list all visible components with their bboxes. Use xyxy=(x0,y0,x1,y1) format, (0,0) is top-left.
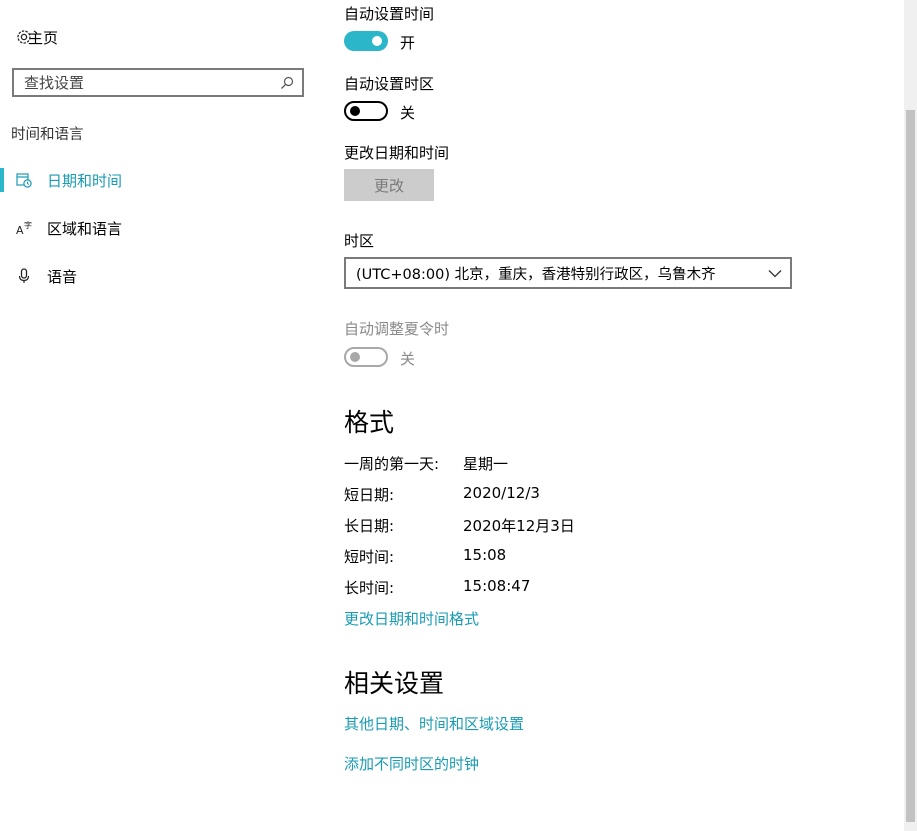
sidebar-item-region-language[interactable]: A 字 区域和语言 xyxy=(0,208,300,248)
sidebar-item-date-time[interactable]: 日期和时间 xyxy=(0,160,300,200)
dst-state: 关 xyxy=(400,350,416,368)
format-heading: 格式 xyxy=(344,408,395,437)
scrollbar-thumb[interactable] xyxy=(906,110,915,822)
dst-toggle[interactable] xyxy=(344,347,388,367)
format-key: 短日期: xyxy=(344,486,395,504)
auto-time-state: 开 xyxy=(400,34,416,52)
auto-timezone-label: 自动设置时区 xyxy=(344,75,435,93)
related-settings-heading: 相关设置 xyxy=(344,669,445,698)
scrollbar[interactable] xyxy=(904,0,917,831)
change-format-link[interactable]: 更改日期和时间格式 xyxy=(344,608,479,629)
svg-text:A: A xyxy=(16,224,24,237)
search-icon[interactable] xyxy=(276,72,298,94)
format-value: 15:08:47 xyxy=(463,577,531,595)
chevron-down-icon xyxy=(760,269,790,278)
search-box xyxy=(12,68,304,97)
format-key: 一周的第一天: xyxy=(344,455,440,473)
format-value: 2020/12/3 xyxy=(463,484,540,502)
auto-timezone-state: 关 xyxy=(400,104,416,122)
auto-timezone-toggle[interactable] xyxy=(344,101,388,121)
change-datetime-label: 更改日期和时间 xyxy=(344,144,450,162)
timezone-label: 时区 xyxy=(344,232,375,250)
format-key: 长时间: xyxy=(344,579,395,597)
auto-time-toggle[interactable] xyxy=(344,31,388,51)
format-value: 2020年12月3日 xyxy=(463,517,575,535)
additional-region-settings-link[interactable]: 其他日期、时间和区域设置 xyxy=(344,713,524,734)
dst-label: 自动调整夏令时 xyxy=(344,320,450,338)
sidebar-item-label: 语音 xyxy=(47,267,78,286)
format-value: 星期一 xyxy=(463,455,509,473)
region-language-icon: A 字 xyxy=(14,218,34,238)
microphone-icon xyxy=(14,266,34,286)
format-key: 长日期: xyxy=(344,517,395,535)
search-input[interactable] xyxy=(14,70,276,95)
sidebar-item-label: 区域和语言 xyxy=(47,219,123,238)
sidebar-item-speech[interactable]: 语音 xyxy=(0,256,300,296)
home-nav[interactable]: 主页 xyxy=(14,26,58,48)
sidebar-item-label: 日期和时间 xyxy=(47,171,123,190)
format-key: 短时间: xyxy=(344,548,395,566)
section-label: 时间和语言 xyxy=(11,127,84,143)
format-value: 15:08 xyxy=(463,546,507,564)
active-indicator xyxy=(0,168,4,192)
auto-time-label: 自动设置时间 xyxy=(344,5,435,23)
timezone-value: (UTC+08:00) 北京，重庆，香港特别行政区，乌鲁木齐 xyxy=(356,266,716,283)
date-time-icon xyxy=(14,170,34,190)
add-clocks-link[interactable]: 添加不同时区的时钟 xyxy=(344,753,479,774)
change-button[interactable]: 更改 xyxy=(344,169,434,201)
home-label: 主页 xyxy=(28,28,59,47)
svg-text:字: 字 xyxy=(24,220,32,230)
timezone-dropdown[interactable]: (UTC+08:00) 北京，重庆，香港特别行政区，乌鲁木齐 xyxy=(344,257,792,289)
